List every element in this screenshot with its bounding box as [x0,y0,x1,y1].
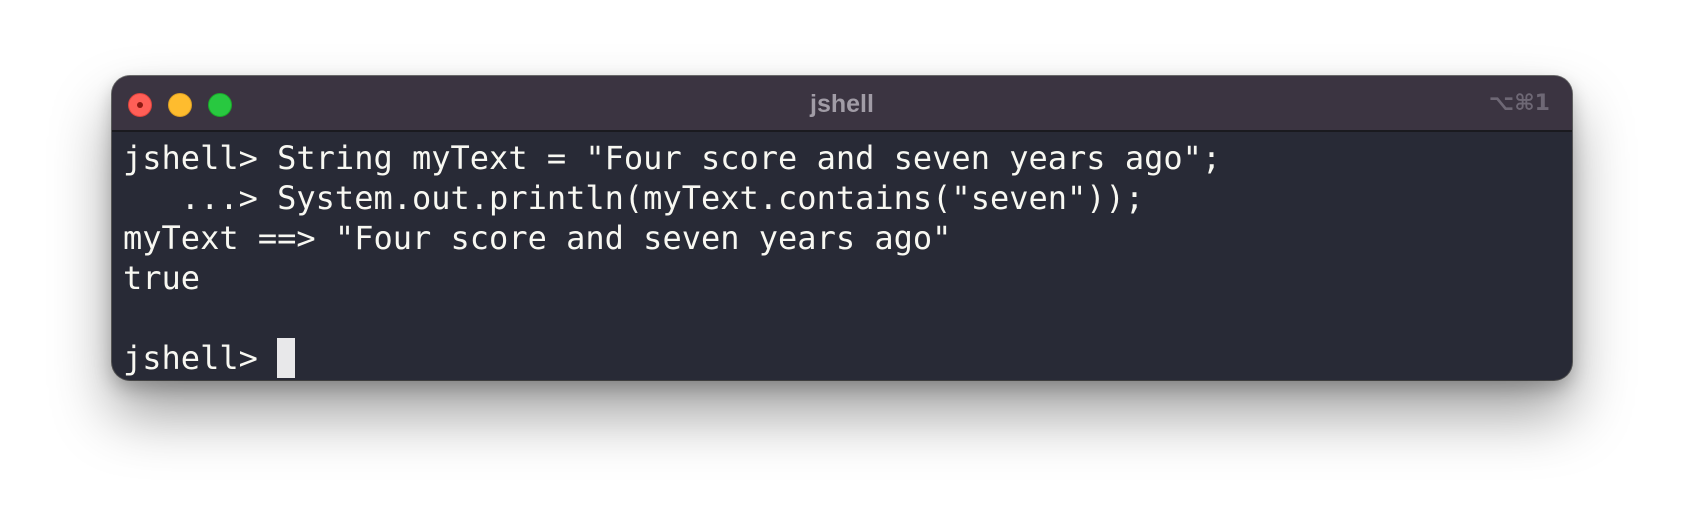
window-title: jshell [810,90,874,118]
line-text: jshell> String myText = "Four score and … [123,139,1222,177]
terminal-line: ...> System.out.println(myText.contains(… [123,178,1572,218]
terminal-line: true [123,258,1572,298]
title-bar[interactable]: jshell ⌥⌘1 [112,76,1572,132]
terminal-output[interactable]: jshell> String myText = "Four score and … [123,138,1572,380]
line-text: ...> System.out.println(myText.contains(… [123,179,1145,217]
text-cursor [277,338,296,378]
line-text: myText ==> "Four score and seven years a… [123,219,952,257]
terminal-line: jshell> String myText = "Four score and … [123,138,1572,178]
terminal-line: myText ==> "Four score and seven years a… [123,218,1572,258]
prompt-line[interactable]: jshell> [123,338,1572,378]
terminal-window: jshell ⌥⌘1 jshell> String myText = "Four… [112,76,1572,380]
line-text: true [123,259,201,297]
prompt-text: jshell> [123,339,278,377]
window-shortcut: ⌥⌘1 [1488,91,1550,116]
